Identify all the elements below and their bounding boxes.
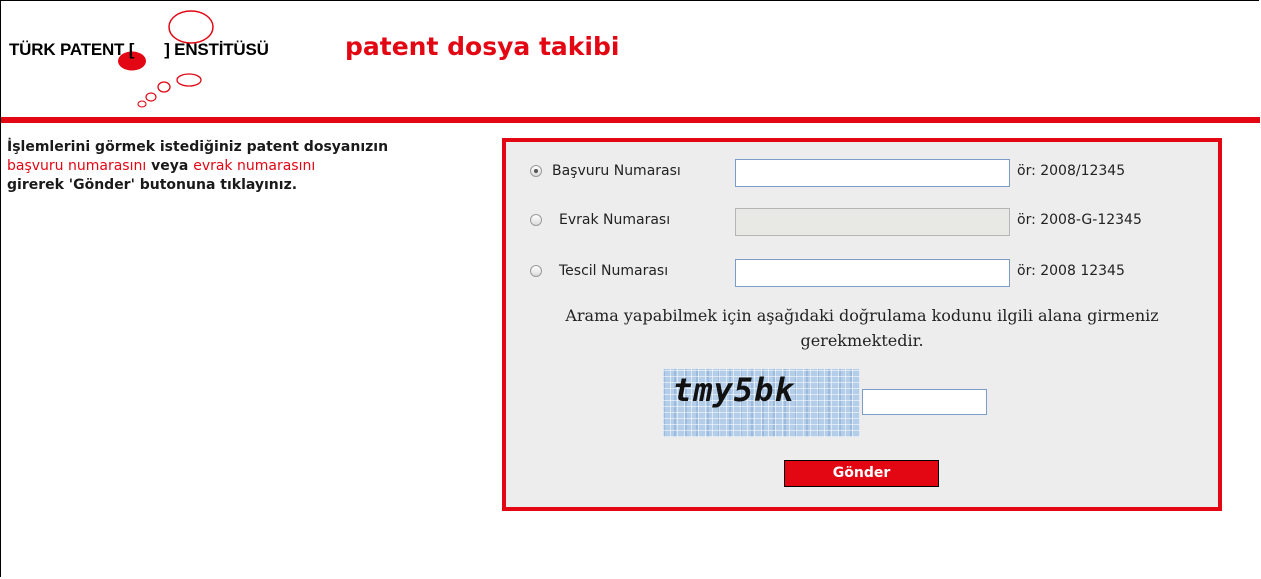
search-form: Başvuru Numarası ör: 2008/12345 Evrak Nu… [502, 138, 1222, 511]
label-registration-number: Tescil Numarası [559, 263, 669, 279]
captcha-text: tmy5bk [673, 371, 795, 409]
row-application-number: Başvuru Numarası ör: 2008/12345 [530, 159, 1210, 187]
row-registration-number: Tescil Numarası ör: 2008 12345 [530, 259, 1210, 287]
example-application-number: ör: 2008/12345 [1017, 163, 1126, 179]
logo-left-text: TÜRK PATENT [ [9, 40, 135, 59]
instructions-line3: girerek 'Gönder' butonuna tıklayınız. [7, 177, 298, 193]
captcha-image: tmy5bk [663, 369, 860, 437]
application-number-input[interactable] [735, 159, 1010, 187]
instructions-text: İşlemlerini görmek istediğiniz patent do… [7, 138, 487, 195]
registration-number-input[interactable] [735, 259, 1010, 287]
captcha-input[interactable] [862, 389, 987, 415]
header-divider [1, 117, 1260, 123]
logo-right-text: ] ENSTİTÜSÜ [164, 40, 269, 59]
submit-button[interactable]: Gönder [784, 460, 939, 487]
instructions-highlight-document: evrak numarasını [193, 158, 316, 174]
document-number-input[interactable] [735, 208, 1010, 236]
page: TÜRK PATENT [ ] ENSTİTÜSÜ patent dosya ta… [0, 0, 1260, 577]
instructions-highlight-application: başvuru numarasını [7, 158, 147, 174]
radio-document-number[interactable] [530, 214, 542, 226]
page-title: patent dosya takibi [345, 32, 620, 61]
logo-text: TÜRK PATENT [ ] ENSTİTÜSÜ [9, 40, 269, 60]
verification-instructions: Arama yapabilmek için aşağıdaki doğrulam… [565, 306, 1159, 350]
label-document-number: Evrak Numarası [559, 212, 671, 228]
radio-application-number[interactable] [530, 165, 542, 177]
header: TÜRK PATENT [ ] ENSTİTÜSÜ patent dosya ta… [1, 1, 1260, 125]
instructions-line1: İşlemlerini görmek istediğiniz patent do… [7, 139, 389, 155]
instructions-connector: veya [146, 158, 194, 174]
row-document-number: Evrak Numarası ör: 2008-G-12345 [530, 208, 1210, 236]
example-document-number: ör: 2008-G-12345 [1017, 212, 1142, 228]
example-registration-number: ör: 2008 12345 [1017, 263, 1125, 279]
radio-registration-number[interactable] [530, 265, 542, 277]
label-application-number: Başvuru Numarası [552, 163, 681, 179]
